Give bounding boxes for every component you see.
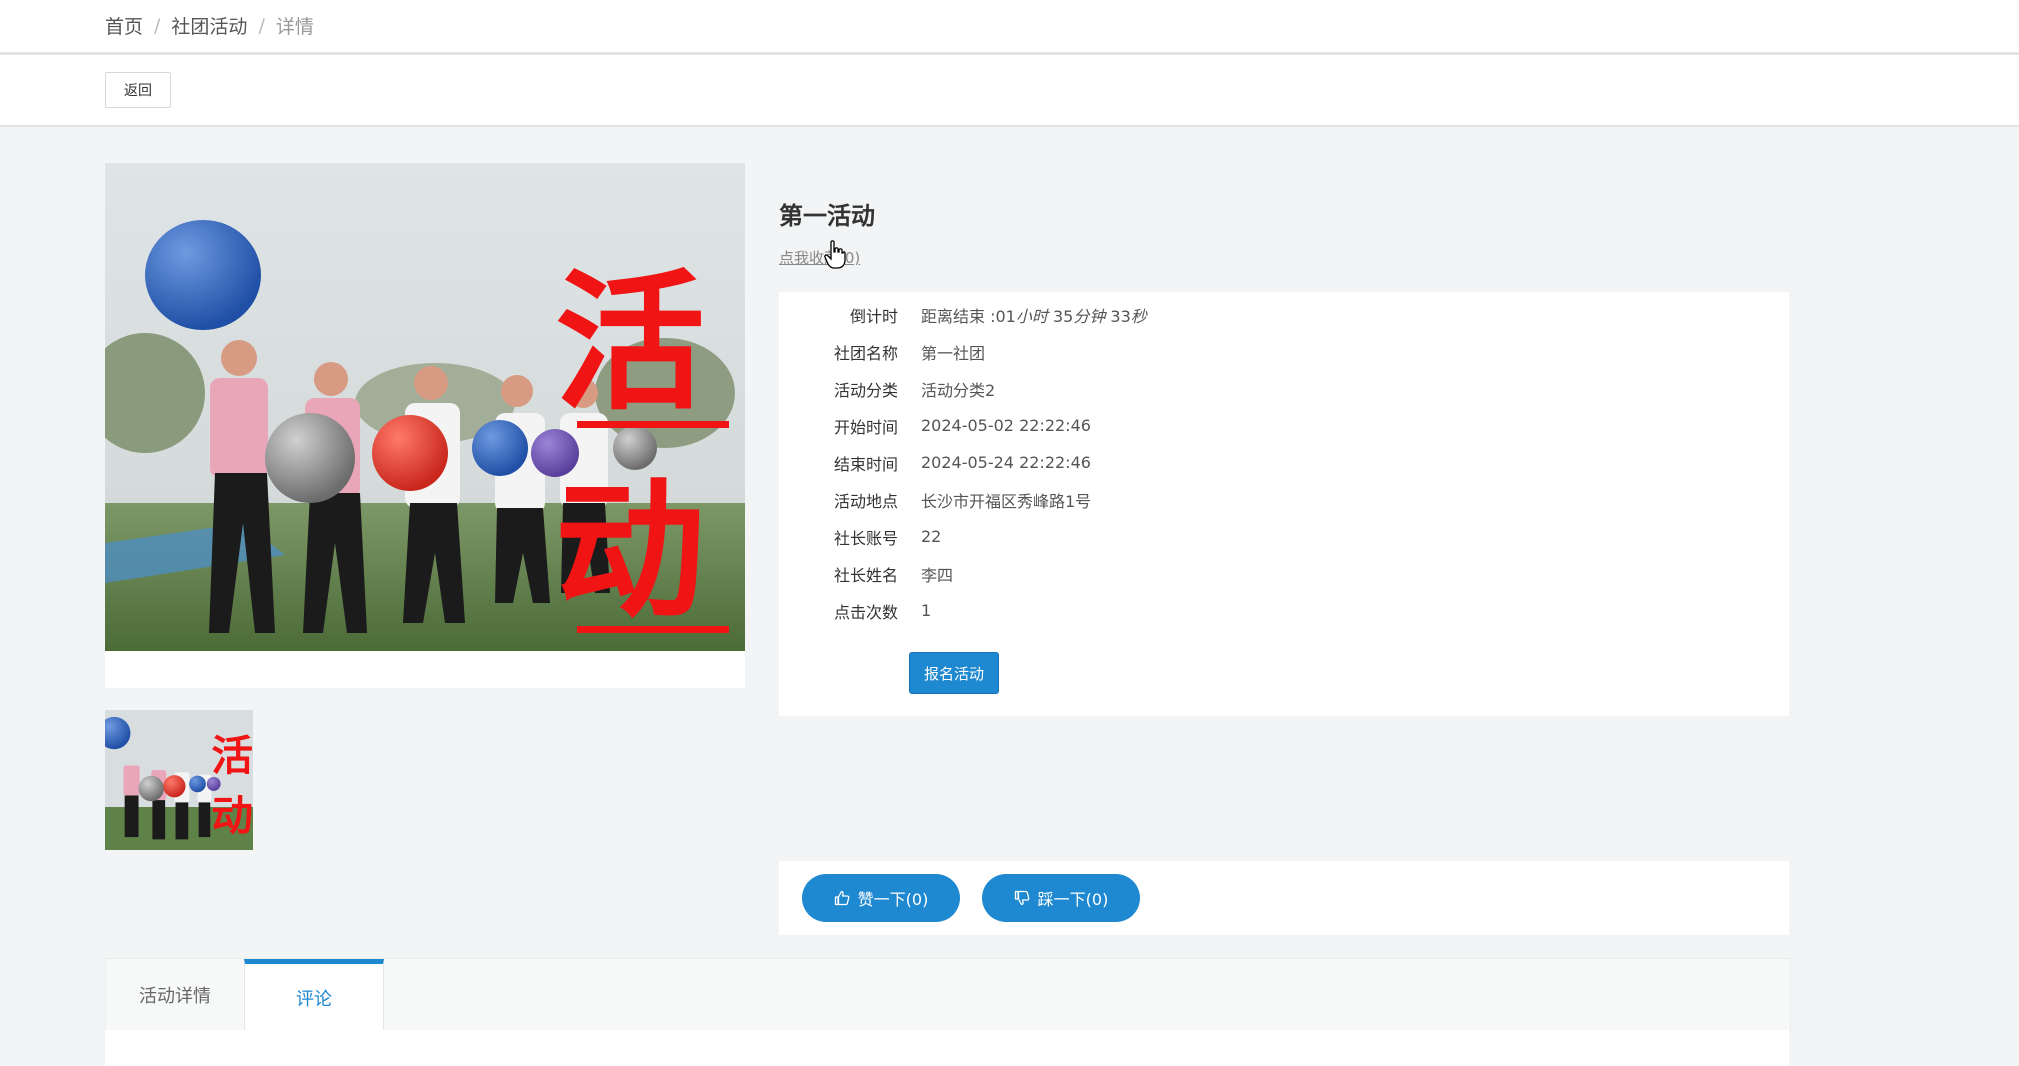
leader-account-label: 社长账号 (833, 528, 898, 548)
detail-tabs: 活动详情 评论 (105, 958, 1791, 1032)
breadcrumb-section[interactable]: 社团活动 (171, 12, 247, 39)
end-time-label: 结束时间 (833, 454, 898, 474)
club-name-row: 社团名称 第一社团 (779, 333, 1789, 370)
leader-name-value: 李四 (921, 565, 954, 585)
dislike-label: 踩一下(0) (1037, 890, 1109, 909)
location-row: 活动地点 长沙市开福区秀峰路1号 (779, 481, 1789, 518)
countdown-minute-unit: 分钟 (1073, 306, 1106, 326)
back-button[interactable]: 返回 (105, 72, 171, 108)
toolbar: 返回 (0, 55, 2019, 127)
location-label: 活动地点 (833, 491, 898, 511)
leader-name-row: 社长姓名 李四 (779, 555, 1789, 592)
category-row: 活动分类 活动分类2 (779, 370, 1789, 407)
breadcrumb: 首页 / 社团活动 / 详情 (105, 12, 314, 39)
end-time-value: 2024-05-24 22:22:46 (921, 453, 1091, 472)
countdown-value: 距离结束 :01小时 35分钟 33秒 (921, 303, 1147, 327)
activity-title: 第一活动 (779, 202, 875, 230)
tab-activity-details[interactable]: 活动详情 (106, 959, 244, 1031)
start-time-row: 开始时间 2024-05-02 22:22:46 (779, 407, 1789, 444)
countdown-row: 倒计时 距离结束 :01小时 35分钟 33秒 (779, 296, 1789, 333)
activity-main-image: 活 动 (105, 163, 745, 651)
breadcrumb-home[interactable]: 首页 (105, 12, 143, 39)
like-button[interactable]: 赞一下(0) (802, 874, 960, 922)
leader-name-label: 社长姓名 (833, 565, 898, 585)
tab-comments[interactable]: 评论 (244, 959, 384, 1031)
leader-account-value: 22 (921, 527, 942, 546)
image-thumbnail[interactable]: 活 动 (105, 710, 253, 850)
location-value: 长沙市开福区秀峰路1号 (921, 491, 1092, 511)
countdown-hours: 距离结束 :01 (921, 306, 1016, 326)
countdown-second-unit: 秒 (1130, 306, 1147, 326)
leader-account-row: 社长账号 22 (779, 518, 1789, 555)
thumbs-up-icon (834, 890, 850, 906)
dislike-button[interactable]: 踩一下(0) (982, 874, 1140, 922)
thumbnail-overlay-dong: 动 (211, 791, 253, 840)
click-count-label: 点击次数 (833, 602, 898, 622)
category-value: 活动分类2 (921, 380, 996, 400)
breadcrumb-current: 详情 (275, 16, 314, 38)
like-label: 赞一下(0) (857, 890, 929, 909)
club-name-value: 第一社团 (921, 343, 986, 363)
club-name-label: 社团名称 (833, 343, 898, 363)
countdown-minutes: 35 (1052, 306, 1074, 326)
category-label: 活动分类 (833, 380, 898, 400)
overlay-text-huo: 活 (555, 257, 705, 431)
breadcrumb-separator: / (258, 14, 265, 37)
end-time-row: 结束时间 2024-05-24 22:22:46 (779, 444, 1789, 481)
countdown-label: 倒计时 (849, 306, 898, 326)
countdown-hour-unit: 小时 (1015, 306, 1048, 326)
tab-content (105, 1030, 1789, 1066)
breadcrumb-separator: / (154, 14, 161, 37)
vote-panel: 赞一下(0) 踩一下(0) (779, 861, 1789, 935)
thumbnail-overlay-huo: 活 (211, 731, 253, 780)
join-activity-button[interactable]: 报名活动 (909, 652, 999, 694)
countdown-seconds: 33 (1110, 306, 1131, 326)
start-time-value: 2024-05-02 22:22:46 (921, 416, 1091, 435)
main-image-frame: 活 动 (105, 163, 745, 688)
overlay-text-dong: 动 (555, 465, 705, 639)
start-time-label: 开始时间 (833, 417, 898, 437)
hand-cursor-icon (824, 240, 846, 270)
click-count-row: 点击次数 1 (779, 592, 1789, 629)
favorite-link[interactable]: 点我收藏(0) (779, 247, 860, 268)
activity-info-panel: 倒计时 距离结束 :01小时 35分钟 33秒 社团名称 第一社团 活动分类 活… (779, 292, 1789, 716)
click-count-value: 1 (921, 601, 932, 620)
breadcrumb-bar: 首页 / 社团活动 / 详情 (0, 0, 2019, 55)
thumbs-down-icon (1014, 890, 1030, 906)
